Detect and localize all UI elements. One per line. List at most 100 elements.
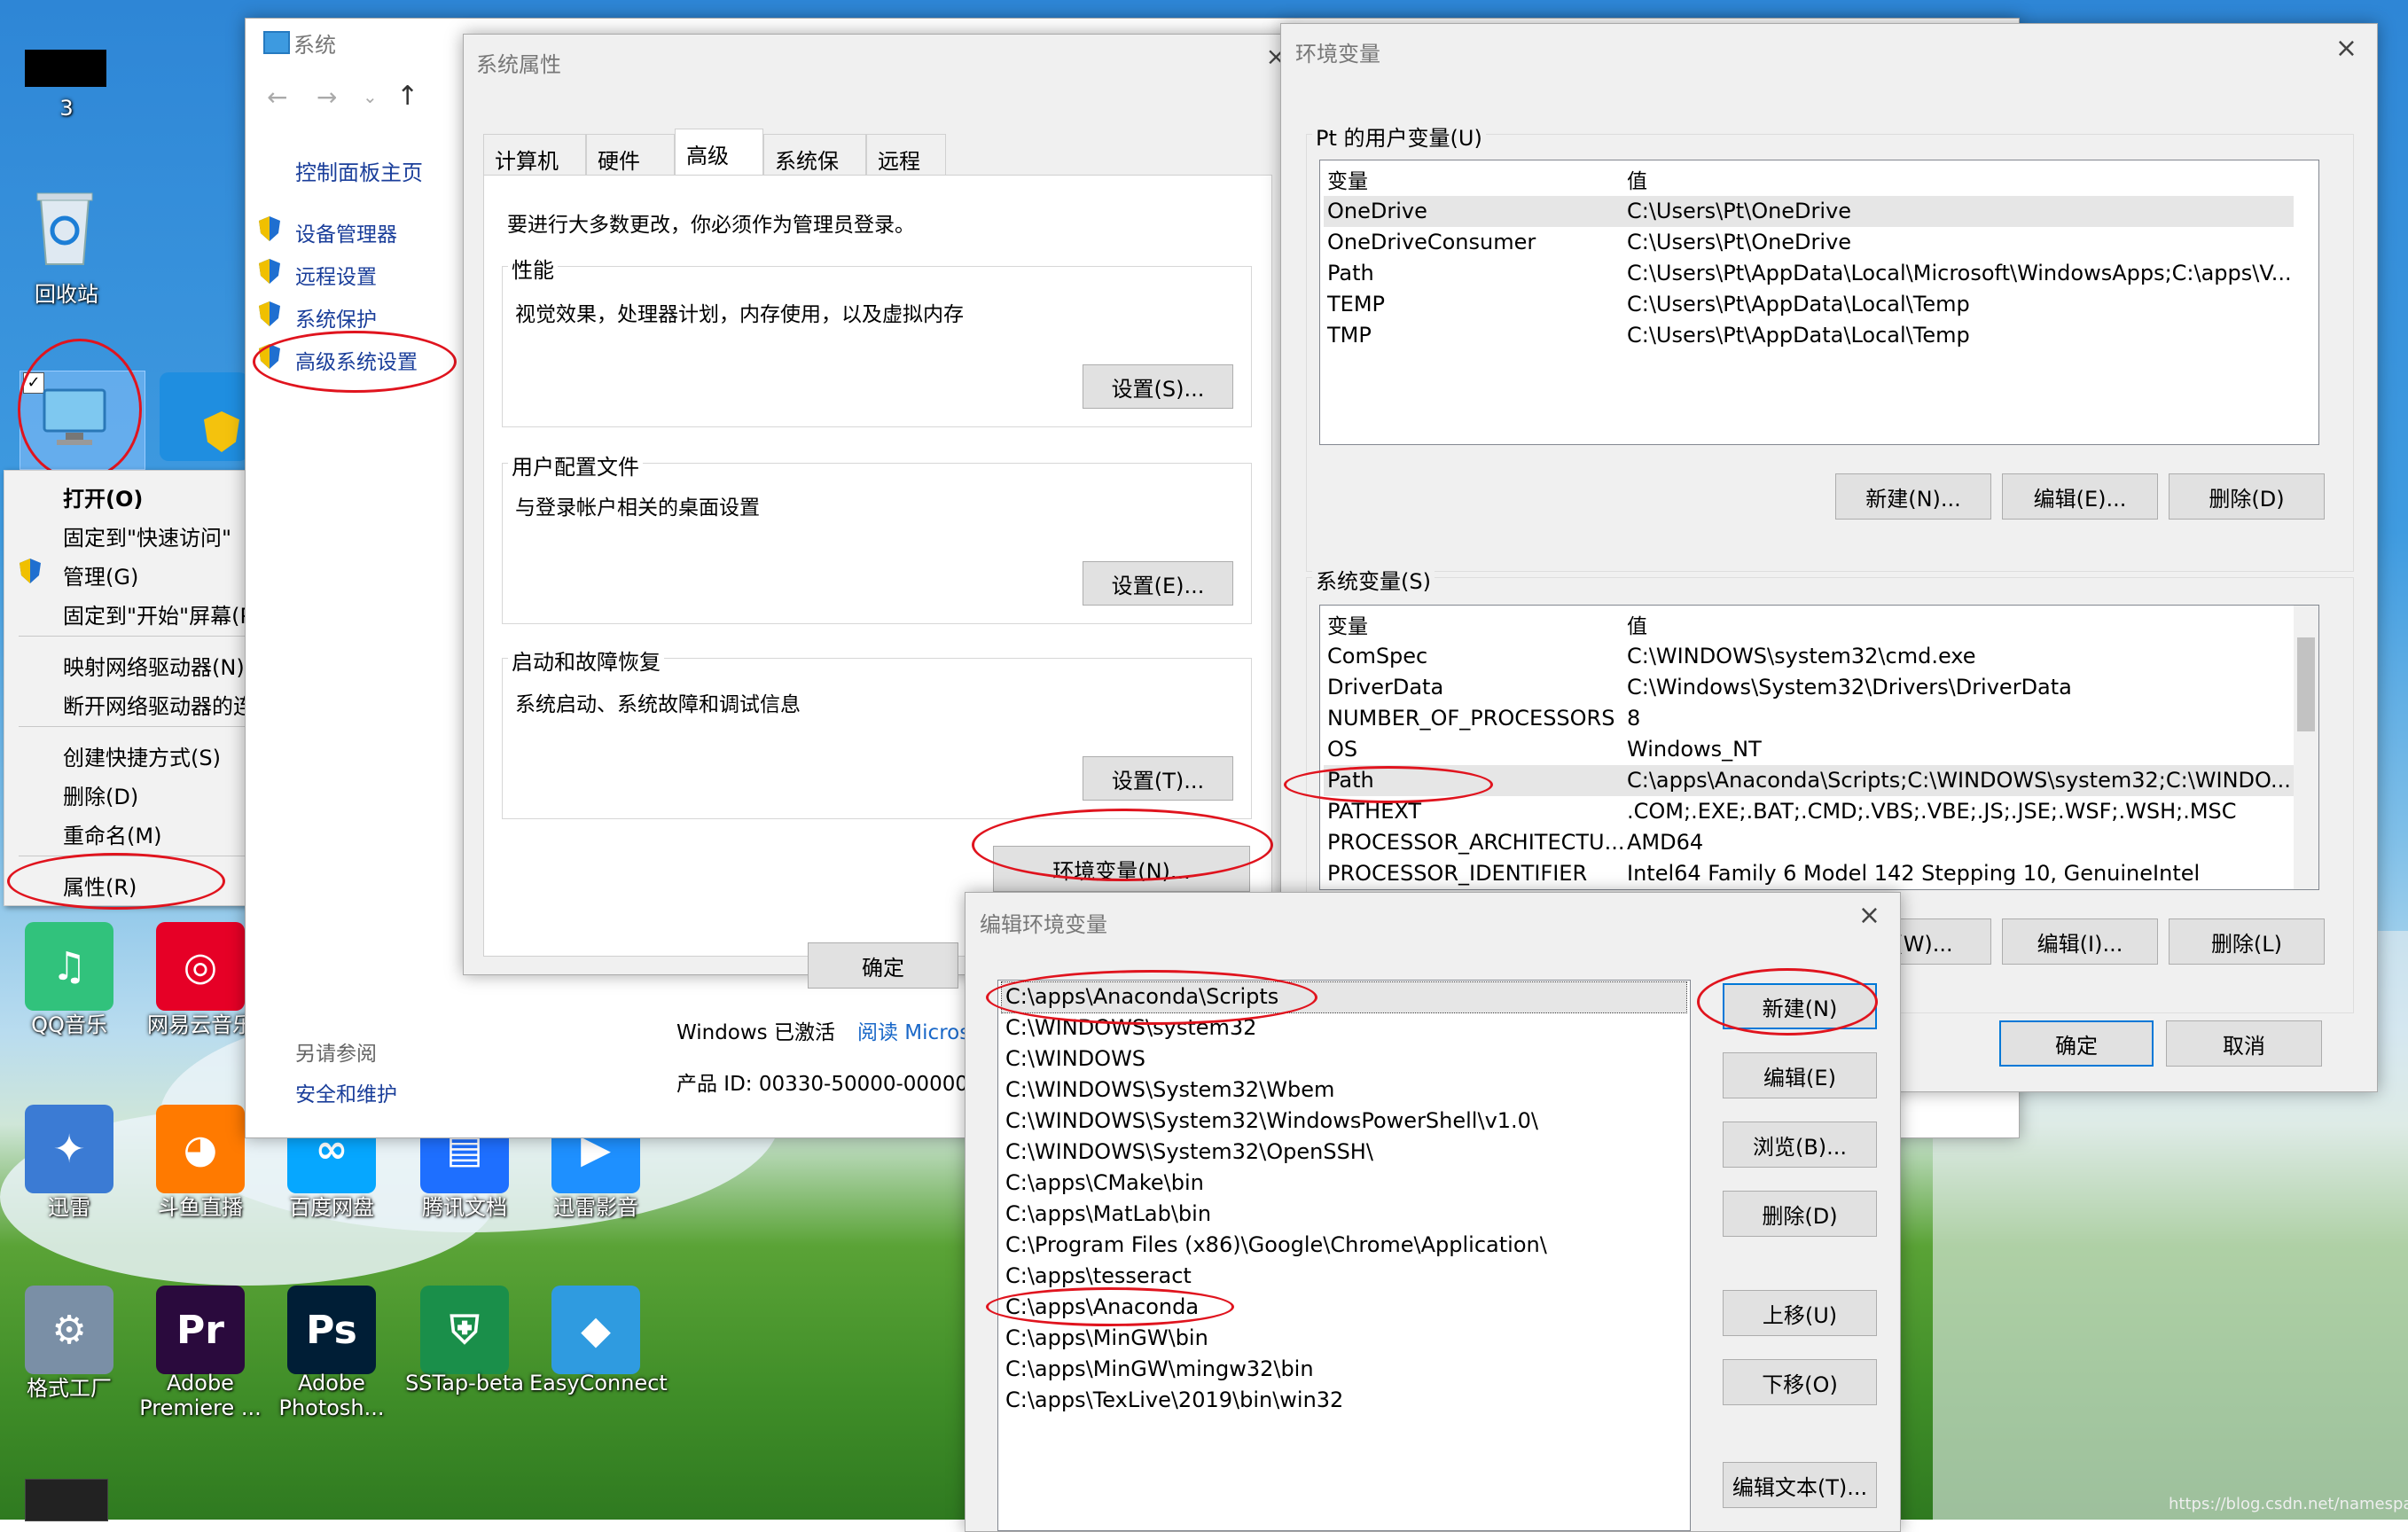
- user-delete-button[interactable]: 删除(D): [2169, 473, 2325, 520]
- system-delete-button[interactable]: 删除(L): [2169, 918, 2325, 965]
- menu-item-manage[interactable]: 管理(G): [63, 559, 138, 590]
- taskbar-thumbnail[interactable]: [25, 1479, 108, 1521]
- close-icon[interactable]: ×: [1858, 900, 1880, 931]
- variable-row[interactable]: OneDrive C:\Users\Pt\OneDrive: [1324, 196, 2294, 227]
- easyconnect-icon[interactable]: ◆: [551, 1286, 640, 1374]
- sidebar-item-advanced-settings[interactable]: 高级系统设置: [295, 345, 418, 375]
- profile-settings-button[interactable]: 设置(E)...: [1083, 561, 1233, 606]
- env-cancel-button[interactable]: 取消: [2166, 1020, 2322, 1067]
- variable-row[interactable]: Path C:\apps\Anaconda\Scripts;C:\WINDOWS\…: [1324, 765, 2294, 796]
- path-entry[interactable]: C:\WINDOWS\System32\Wbem: [1002, 1075, 1686, 1106]
- variable-name: PATHEXT: [1327, 799, 1422, 824]
- edit-text-button[interactable]: 编辑文本(T)...: [1723, 1462, 1877, 1508]
- path-entry[interactable]: C:\apps\Anaconda: [1002, 1293, 1686, 1323]
- format-factory-icon[interactable]: ⚙: [25, 1286, 113, 1374]
- tab-system-protection[interactable]: 系统保护: [763, 134, 866, 205]
- menu-item-create-shortcut[interactable]: 创建快捷方式(S): [63, 740, 221, 771]
- column-header-value[interactable]: 值: [1627, 164, 1647, 194]
- user-edit-button[interactable]: 编辑(E)...: [2002, 473, 2158, 520]
- forward-arrow-icon[interactable]: →: [317, 82, 337, 112]
- sidebar-item-device-manager[interactable]: 设备管理器: [295, 217, 397, 247]
- read-license-link[interactable]: 阅读 Micros: [857, 1015, 970, 1045]
- menu-item-pin-quick-access[interactable]: 固定到"快速访问": [63, 520, 231, 551]
- qq-music-icon[interactable]: ♫: [25, 922, 113, 1011]
- douyu-icon[interactable]: ◕: [156, 1105, 245, 1193]
- tab-computer-name[interactable]: 计算机名: [483, 134, 586, 205]
- path-entry[interactable]: C:\apps\MinGW\bin: [1002, 1324, 1686, 1354]
- variable-row[interactable]: ComSpec C:\WINDOWS\system32\cmd.exe: [1324, 641, 2294, 672]
- back-arrow-icon[interactable]: ←: [267, 82, 287, 112]
- menu-item-delete[interactable]: 删除(D): [63, 779, 138, 810]
- system-edit-button[interactable]: 编辑(I)...: [2002, 918, 2158, 965]
- security-maintenance-link[interactable]: 安全和维护: [295, 1077, 397, 1107]
- path-entry[interactable]: C:\WINDOWS\System32\OpenSSH\: [1002, 1137, 1686, 1168]
- desktop-icon-label: 斗鱼直播: [158, 1195, 243, 1220]
- menu-item-pin-start[interactable]: 固定到"开始"屏幕(P): [63, 598, 261, 629]
- photoshop-icon[interactable]: Ps: [287, 1286, 376, 1374]
- ok-button[interactable]: 确定: [808, 942, 958, 989]
- variable-row[interactable]: OneDriveConsumer C:\Users\Pt\OneDrive: [1324, 227, 2294, 258]
- path-entry[interactable]: C:\WINDOWS\System32\WindowsPowerShell\v1…: [1002, 1106, 1686, 1137]
- recycle-bin-icon[interactable]: [34, 190, 96, 266]
- path-entry[interactable]: C:\apps\TexLive\2019\bin\win32: [1002, 1386, 1686, 1416]
- menu-item-open[interactable]: 打开(O): [63, 481, 143, 512]
- path-entry[interactable]: C:\apps\MatLab\bin: [1002, 1200, 1686, 1230]
- user-new-button[interactable]: 新建(N)...: [1835, 473, 1991, 520]
- new-button[interactable]: 新建(N): [1723, 983, 1877, 1029]
- env-ok-button[interactable]: 确定: [1999, 1020, 2154, 1067]
- path-entry[interactable]: C:\WINDOWS: [1002, 1044, 1686, 1075]
- variable-row[interactable]: PATHEXT .COM;.EXE;.BAT;.CMD;.VBS;.VBE;.JS…: [1324, 796, 2294, 827]
- path-entries-list[interactable]: C:\apps\Anaconda\Scripts C:\WINDOWS\syste…: [997, 980, 1691, 1531]
- move-down-button[interactable]: 下移(O): [1723, 1359, 1877, 1405]
- variable-row[interactable]: TEMP C:\Users\Pt\AppData\Local\Temp: [1324, 289, 2294, 320]
- path-entry-text: C:\apps\MatLab\bin: [1005, 1201, 1212, 1226]
- premiere-icon[interactable]: Pr: [156, 1286, 245, 1374]
- delete-button[interactable]: 删除(D): [1723, 1191, 1877, 1237]
- sidebar-item-system-protection[interactable]: 系统保护: [295, 302, 377, 332]
- menu-item-properties[interactable]: 属性(R): [63, 870, 137, 901]
- tab-hardware[interactable]: 硬件: [586, 134, 675, 175]
- variable-row[interactable]: OS Windows_NT: [1324, 734, 2294, 765]
- shield-icon: [19, 558, 42, 584]
- variable-row[interactable]: PROCESSOR_ARCHITECTU... AMD64: [1324, 827, 2294, 858]
- netease-music-icon[interactable]: ◎: [156, 922, 245, 1011]
- edit-button[interactable]: 编辑(E): [1723, 1052, 1877, 1098]
- scrollbar[interactable]: [2294, 606, 2318, 889]
- tab-remote[interactable]: 远程: [866, 134, 946, 175]
- variable-name: OneDriveConsumer: [1327, 230, 1536, 254]
- sidebar-item-remote-settings[interactable]: 远程设置: [295, 260, 377, 290]
- close-icon[interactable]: ×: [2335, 33, 2357, 64]
- startup-settings-button[interactable]: 设置(T)...: [1083, 756, 1233, 801]
- variable-row[interactable]: DriverData C:\Windows\System32\Drivers\Dr…: [1324, 672, 2294, 703]
- menu-item-rename[interactable]: 重命名(M): [63, 818, 161, 849]
- tab-advanced[interactable]: 高级: [675, 129, 763, 176]
- menu-item-map-drive[interactable]: 映射网络驱动器(N)...: [63, 650, 265, 681]
- column-header-variable[interactable]: 变量: [1327, 609, 1368, 639]
- chevron-down-icon[interactable]: ⌄: [363, 86, 378, 107]
- system-variables-list[interactable]: 变量 值 ComSpec C:\WINDOWS\system32\cmd.exe D…: [1319, 605, 2319, 890]
- user-variables-list[interactable]: 变量 值 OneDrive C:\Users\Pt\OneDrive OneDriv…: [1319, 160, 2319, 445]
- app-icon-shield[interactable]: [160, 372, 248, 461]
- path-entry[interactable]: C:\Program Files (x86)\Google\Chrome\App…: [1002, 1231, 1686, 1261]
- move-up-button[interactable]: 上移(U): [1723, 1290, 1877, 1336]
- sstap-icon[interactable]: ⛨: [420, 1286, 509, 1374]
- variable-row[interactable]: NUMBER_OF_PROCESSORS 8: [1324, 703, 2294, 734]
- up-arrow-icon[interactable]: ↑: [396, 81, 418, 112]
- path-entry[interactable]: C:\WINDOWS\system32: [1002, 1013, 1686, 1043]
- thunder-icon[interactable]: ✦: [25, 1105, 113, 1193]
- column-header-value[interactable]: 值: [1627, 609, 1647, 639]
- redacted-icon[interactable]: [25, 50, 106, 87]
- control-panel-home-link[interactable]: 控制面板主页: [295, 155, 423, 186]
- path-entry[interactable]: C:\apps\tesseract: [1002, 1262, 1686, 1292]
- variable-row[interactable]: Path C:\Users\Pt\AppData\Local\Microsoft\…: [1324, 258, 2294, 289]
- column-header-variable[interactable]: 变量: [1327, 164, 1368, 194]
- variable-row[interactable]: PROCESSOR_IDENTIFIER Intel64 Family 6 Mod…: [1324, 858, 2294, 889]
- environment-variables-button[interactable]: 环境变量(N)...: [993, 846, 1250, 892]
- browse-button[interactable]: 浏览(B)...: [1723, 1122, 1877, 1168]
- path-entry[interactable]: C:\apps\MinGW\mingw32\bin: [1002, 1355, 1686, 1385]
- path-entry[interactable]: C:\apps\Anaconda\Scripts: [1001, 981, 1687, 1013]
- performance-settings-button[interactable]: 设置(S)...: [1083, 364, 1233, 409]
- path-entry[interactable]: C:\apps\CMake\bin: [1002, 1169, 1686, 1199]
- scrollbar-thumb[interactable]: [2297, 637, 2315, 731]
- variable-row[interactable]: TMP C:\Users\Pt\AppData\Local\Temp: [1324, 320, 2294, 351]
